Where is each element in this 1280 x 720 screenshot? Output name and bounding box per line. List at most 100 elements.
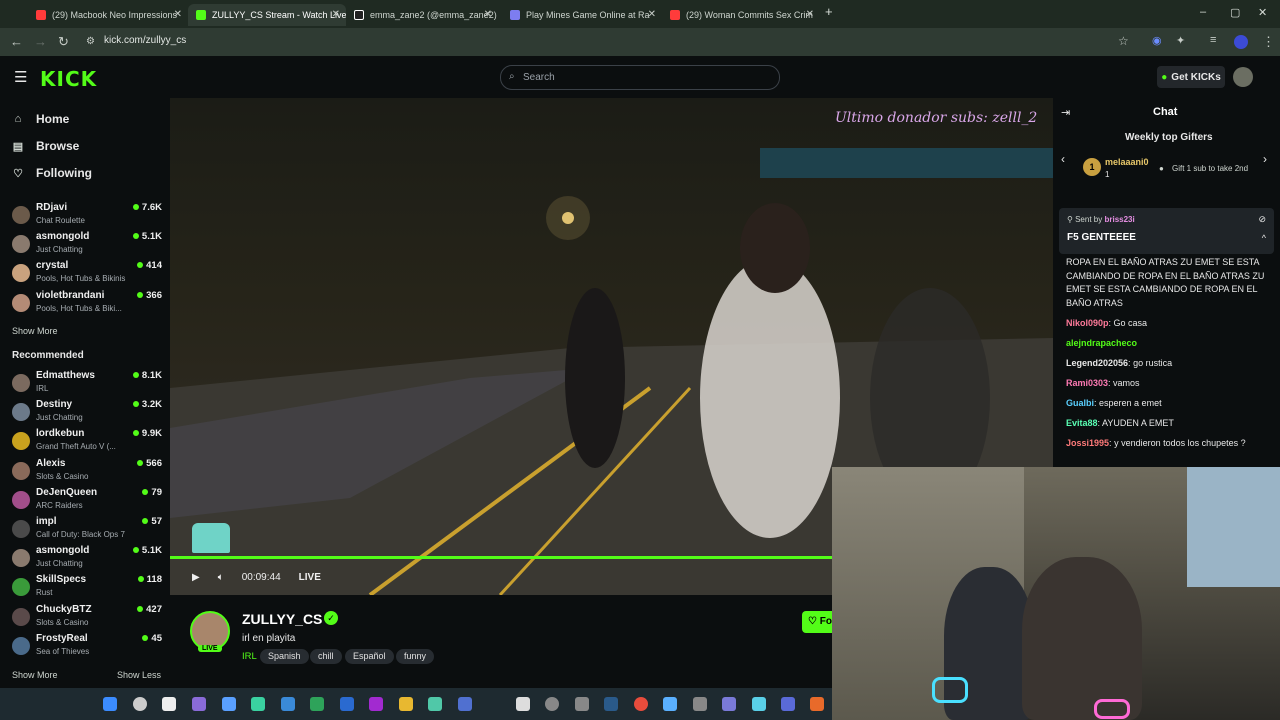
tag[interactable]: chill xyxy=(310,649,342,664)
maximize-button[interactable]: ▢ xyxy=(1230,6,1240,19)
close-window-button[interactable]: ✕ xyxy=(1258,6,1267,19)
app-icon[interactable] xyxy=(516,697,530,711)
app-icon[interactable] xyxy=(428,697,442,711)
reload-icon[interactable]: ↻ xyxy=(58,34,69,50)
channel-item[interactable]: asmongold Just Chatting 5.1K xyxy=(12,545,162,574)
unpin-icon[interactable]: ⊘ xyxy=(1258,214,1266,225)
chevron-left-icon[interactable]: ‹ xyxy=(1061,152,1065,166)
extensions-puzzle-icon[interactable]: ✦ xyxy=(1176,34,1185,47)
extension-icon[interactable]: ◉ xyxy=(1152,34,1162,47)
collapse-icon[interactable]: ^ xyxy=(1262,233,1266,243)
windows-start-icon[interactable] xyxy=(103,697,117,711)
show-more-recommended-button[interactable]: Show More xyxy=(12,670,58,680)
search-icon: ⌕ xyxy=(509,71,515,82)
channel-item[interactable]: Edmatthews IRL 8.1K xyxy=(12,370,162,399)
channel-item[interactable]: lordkebun Grand Theft Auto V (... 9.9K xyxy=(12,428,162,457)
back-icon[interactable]: ← xyxy=(10,34,23,49)
volume-icon[interactable]: 🔈︎ xyxy=(218,572,224,583)
hamburger-menu-icon[interactable]: ☰ xyxy=(14,68,27,86)
close-tab-icon[interactable]: ✕ xyxy=(806,9,814,20)
progress-bar[interactable] xyxy=(170,556,833,559)
visual-studio-icon[interactable] xyxy=(192,697,206,711)
taskbar-search-icon[interactable] xyxy=(133,697,147,711)
chat-username[interactable]: Jossi1995 xyxy=(1066,438,1109,448)
app-icon[interactable] xyxy=(369,697,383,711)
collapse-chat-icon[interactable]: ⇥ xyxy=(1061,106,1070,119)
play-icon[interactable]: ▶ xyxy=(192,572,200,583)
new-tab-button[interactable]: + xyxy=(825,4,833,19)
chat-username[interactable]: Rami0303 xyxy=(1066,378,1108,388)
chat-username[interactable]: Legend202056 xyxy=(1066,358,1128,368)
app-icon[interactable] xyxy=(545,697,559,711)
channel-item[interactable]: violetbrandani Pools, Hot Tubs & Biki... 3… xyxy=(12,290,162,319)
app-icon[interactable] xyxy=(663,697,677,711)
kick-logo[interactable]: KICK xyxy=(40,67,97,91)
pinned-by-user[interactable]: briss23i xyxy=(1104,215,1134,224)
bookmark-star-icon[interactable]: ☆ xyxy=(1118,34,1129,48)
search-input[interactable]: ⌕ Search xyxy=(500,65,780,90)
close-tab-icon[interactable]: ✕ xyxy=(648,9,656,20)
app-icon[interactable] xyxy=(810,697,824,711)
streamer-name[interactable]: ZULLYY_CS xyxy=(242,611,322,627)
media-icon[interactable]: ≡ xyxy=(1210,34,1216,46)
browser-tab-active[interactable]: ZULLYY_CS Stream - Watch Live ✕ xyxy=(188,4,346,26)
show-more-following-button[interactable]: Show More xyxy=(12,326,58,336)
close-tab-icon[interactable]: ✕ xyxy=(332,9,340,20)
channel-item[interactable]: asmongold Just Chatting 5.1K xyxy=(12,231,162,260)
top-gifter-name[interactable]: melaaani0 xyxy=(1105,157,1149,167)
steam-icon[interactable] xyxy=(604,697,618,711)
app-icon[interactable] xyxy=(722,697,736,711)
forward-icon[interactable]: → xyxy=(34,34,47,49)
channel-item[interactable]: SkillSpecs Rust 118 xyxy=(12,574,162,603)
get-kicks-button[interactable]: ● Get KICKs xyxy=(1157,66,1225,88)
download-icon[interactable] xyxy=(458,697,472,711)
sidebar-item-browse[interactable]: ▤ Browse xyxy=(12,139,80,153)
vscode-icon[interactable] xyxy=(340,697,354,711)
close-tab-icon[interactable]: ✕ xyxy=(484,9,492,20)
app-icon[interactable] xyxy=(693,697,707,711)
menu-dots-icon[interactable]: ⋮ xyxy=(1262,34,1275,50)
channel-item[interactable]: ChuckyBTZ Slots & Casino 427 xyxy=(12,604,162,633)
channel-item[interactable]: Destiny Just Chatting 3.2K xyxy=(12,399,162,428)
chat-username[interactable]: Gualbi xyxy=(1066,398,1094,408)
minimize-button[interactable]: – xyxy=(1200,6,1206,18)
sidebar-item-following[interactable]: ♡ Following xyxy=(12,166,92,180)
browser-tab[interactable]: (29) Macbook Neo Impressions ✕ xyxy=(28,4,188,26)
calculator-icon[interactable] xyxy=(575,697,589,711)
close-tab-icon[interactable]: ✕ xyxy=(174,9,182,20)
mail-icon[interactable] xyxy=(281,697,295,711)
channel-item[interactable]: impl Call of Duty: Black Ops 7 57 xyxy=(12,516,162,545)
app-icon[interactable] xyxy=(222,697,236,711)
url-field[interactable]: kick.com/zullyy_cs xyxy=(104,35,186,46)
edge-icon[interactable] xyxy=(251,697,265,711)
channel-item[interactable]: Alexis Slots & Casino 566 xyxy=(12,458,162,487)
channel-item[interactable]: DeJenQueen ARC Raiders 79 xyxy=(12,487,162,516)
chat-username[interactable]: alejndrapacheco xyxy=(1066,338,1137,348)
stream-category[interactable]: IRL xyxy=(242,651,257,662)
excel-icon[interactable] xyxy=(310,697,324,711)
tag[interactable]: Español xyxy=(345,649,394,664)
sidebar-item-home[interactable]: ⌂ Home xyxy=(12,112,70,126)
follow-button[interactable]: ♡ Fo xyxy=(802,611,832,633)
file-explorer-icon[interactable] xyxy=(399,697,413,711)
chevron-right-icon[interactable]: › xyxy=(1263,152,1267,166)
site-info-icon[interactable]: ⚙ xyxy=(86,36,95,47)
tag[interactable]: Spanish xyxy=(260,649,309,664)
chat-username[interactable]: Nikol090p xyxy=(1066,318,1109,328)
show-less-button[interactable]: Show Less xyxy=(117,670,161,680)
user-avatar[interactable] xyxy=(1233,67,1253,87)
chat-username[interactable]: Evita88 xyxy=(1066,418,1098,428)
app-icon[interactable] xyxy=(781,697,795,711)
chrome-icon[interactable] xyxy=(634,697,648,711)
gift-cta[interactable]: Gift 1 sub to take 2nd xyxy=(1172,164,1248,173)
channel-item[interactable]: FrostyReal Sea of Thieves 45 xyxy=(12,633,162,662)
tag[interactable]: funny xyxy=(396,649,435,664)
browser-tab[interactable]: Play Mines Game Online at Ra ✕ xyxy=(502,4,662,26)
channel-item[interactable]: RDjavi Chat Roulette 7.6K xyxy=(12,202,162,231)
profile-icon[interactable] xyxy=(1234,35,1248,49)
channel-item[interactable]: crystal Pools, Hot Tubs & Bikinis 414 xyxy=(12,260,162,289)
task-view-icon[interactable] xyxy=(162,697,176,711)
browser-tab[interactable]: (29) Woman Commits Sex Crim ✕ xyxy=(662,4,820,26)
browser-tab[interactable]: emma_zane2 (@emma_zane2) ✕ xyxy=(346,4,498,26)
app-icon[interactable] xyxy=(752,697,766,711)
